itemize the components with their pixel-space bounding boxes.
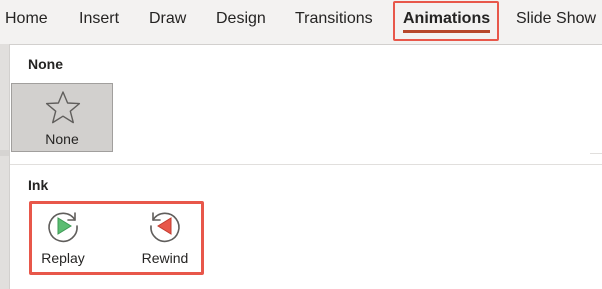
ribbon-tab-bar: Home Insert Draw Design Transitions Anim…: [0, 0, 602, 41]
tab-insert[interactable]: Insert: [79, 0, 119, 38]
replay-label: Replay: [41, 250, 85, 266]
replay-button[interactable]: Replay: [28, 204, 98, 270]
rewind-button[interactable]: Rewind: [130, 204, 200, 270]
star-outline-icon: [45, 91, 81, 124]
background-band: [0, 150, 9, 156]
rewind-icon: [150, 212, 180, 243]
section-title-none: None: [28, 56, 63, 72]
divider-line: [590, 153, 602, 154]
tab-slide-show[interactable]: Slide Show: [516, 0, 596, 38]
replay-icon: [48, 212, 78, 243]
section-title-ink: Ink: [28, 177, 49, 193]
section-divider: [10, 164, 602, 165]
background-panel: [0, 44, 9, 289]
tab-transitions[interactable]: Transitions: [295, 0, 373, 38]
rewind-label: Rewind: [141, 250, 189, 266]
tab-home[interactable]: Home: [5, 0, 48, 38]
animation-none-label: None: [45, 131, 79, 147]
animations-tab-highlight-box: [393, 1, 499, 41]
tab-design[interactable]: Design: [216, 0, 266, 38]
tab-draw[interactable]: Draw: [149, 0, 186, 38]
animation-none-tile[interactable]: None: [11, 83, 113, 152]
